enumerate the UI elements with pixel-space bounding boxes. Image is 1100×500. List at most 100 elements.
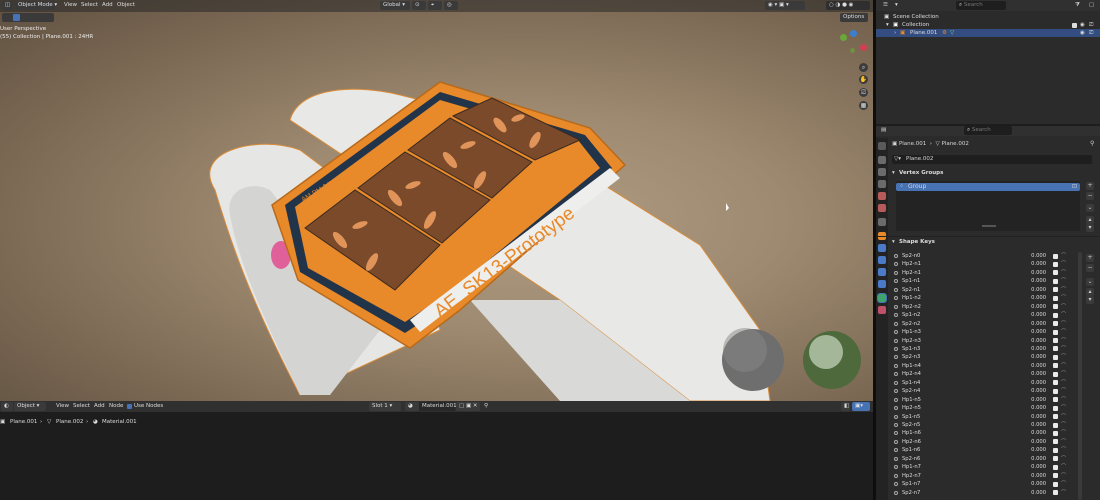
add-shape-key-button[interactable]: + [1086,254,1094,262]
shape-key-mute-checkbox[interactable] [1053,295,1058,301]
viewport-scene[interactable]: AE_SK13-Prototype M T W T F S S AM PM 24… [0,0,873,401]
vertex-group-row[interactable]: ⁘ Group ⊡ [896,183,1080,191]
lock-shape-icon[interactable]: ⌒ [1061,421,1066,429]
lock-shape-icon[interactable]: ⌒ [1061,311,1066,319]
overlay-toggle-icon[interactable]: ◧ [841,402,850,411]
chevron-down-icon[interactable]: ▾ [892,169,895,178]
shape-key-value-field[interactable]: 0.000 [1024,379,1046,387]
shape-key-mute-checkbox[interactable] [1053,338,1058,343]
gizmo-z-axis[interactable] [850,30,857,37]
chevron-down-icon[interactable]: ▾ [886,21,889,29]
view-layer-tab-icon[interactable] [878,180,886,188]
move-up-button[interactable]: ▴ [1086,216,1094,224]
outliner[interactable]: ☰ ▾ ⌕ Search ⧩ ▢ ▣ Scene Collection ▾ ▣ … [876,0,1100,124]
exclude-checkbox[interactable] [1072,22,1077,28]
chevron-right-icon[interactable]: › [894,29,896,37]
outliner-type-icon[interactable]: ☰ [880,1,889,10]
add-vertex-group-button[interactable]: + [1086,182,1094,190]
shape-key-value-field[interactable]: 0.000 [1024,463,1046,471]
shape-key-up-button[interactable]: ▴ [1086,288,1094,296]
shape-key-list[interactable]: Sp2-n0 0.000 ⌒ Hp2-n1 0.000 ⌒ Hp2-n1 0.000 ⌒ Sp1-… [876,252,1080,500]
shape-key-row[interactable]: Sp1-n7 0.000 ⌒ [894,480,1066,488]
outliner-search-input[interactable]: ⌕ Search [956,1,1006,10]
shape-key-mute-checkbox[interactable] [1053,321,1058,327]
gizmo-y-axis[interactable] [840,34,847,41]
shape-key-value-field[interactable]: 0.000 [1024,311,1046,319]
use-nodes-checkbox[interactable] [127,404,132,409]
lock-shape-icon[interactable]: ⌒ [1061,480,1066,488]
shape-key-row[interactable]: Hp1-n4 0.000 ⌒ [894,362,1066,370]
shape-key-value-field[interactable]: 0.000 [1024,438,1046,446]
shape-key-row[interactable]: Sp2-n2 0.000 ⌒ [894,320,1066,328]
shape-key-row[interactable]: Hp1-n6 0.000 ⌒ [894,429,1066,437]
lock-shape-icon[interactable]: ⌒ [1061,260,1066,268]
lock-shape-icon[interactable]: ⌒ [1061,446,1066,454]
lock-shape-icon[interactable]: ⌒ [1061,472,1066,480]
shape-key-value-field[interactable]: 0.000 [1024,286,1046,294]
camera-icon[interactable]: ⎚ [1089,29,1093,37]
material-name-field[interactable]: Material.001 [419,402,457,411]
shape-key-row[interactable]: Sp1-n6 0.000 ⌒ [894,446,1066,454]
shape-key-row[interactable]: Hp1-n5 0.000 ⌒ [894,396,1066,404]
lock-shape-icon[interactable]: ⌒ [1061,413,1066,421]
lock-icon[interactable]: ⊡ [1072,183,1077,191]
shape-key-row[interactable]: Sp1-n3 0.000 ⌒ [894,345,1066,353]
properties-type-icon[interactable]: ▤ [878,126,887,135]
shape-key-mute-checkbox[interactable] [1053,481,1058,487]
vertex-group-specials-button[interactable]: ⌄ [1086,204,1094,212]
camera-icon[interactable]: ⎚ [1089,21,1093,29]
selection-mode-buttons[interactable] [2,13,54,22]
lock-shape-icon[interactable]: ⌒ [1061,320,1066,328]
shape-key-value-field[interactable]: 0.000 [1024,413,1046,421]
shape-key-value-field[interactable]: 0.000 [1024,370,1046,378]
lock-shape-icon[interactable]: ⌒ [1061,362,1066,370]
gizmo-x-axis[interactable] [860,44,867,51]
shape-key-row[interactable]: Sp1-n2 0.000 ⌒ [894,311,1066,319]
shape-key-mute-checkbox[interactable] [1053,422,1058,428]
shape-key-value-field[interactable]: 0.000 [1024,260,1046,268]
lock-shape-icon[interactable]: ⌒ [1061,277,1066,285]
modifier-tab-icon[interactable] [878,244,886,252]
shape-key-mute-checkbox[interactable] [1053,346,1058,352]
menu-add[interactable]: Add [102,1,113,10]
slot-dropdown[interactable]: Slot 1 ▾ [369,402,401,411]
shape-key-value-field[interactable]: 0.000 [1024,303,1046,311]
shading-modes[interactable]: ○ ◑ ● ◉ [826,1,870,10]
shape-key-value-field[interactable]: 0.000 [1024,429,1046,437]
tool-tab-icon[interactable] [878,142,886,150]
shape-key-row[interactable]: Sp2-n0 0.000 ⌒ [894,252,1066,260]
shape-key-mute-checkbox[interactable] [1053,304,1058,310]
lock-shape-icon[interactable]: ⌒ [1061,269,1066,277]
backdrop-toggle-icon[interactable]: ▣▾ [852,402,870,411]
collection-tab-icon[interactable] [878,218,886,226]
material-browse-icon[interactable]: ◕ [405,402,419,411]
remove-vertex-group-button[interactable]: − [1086,192,1094,200]
mode-dropdown[interactable]: Object Mode ▾ [15,1,57,10]
shape-key-row[interactable]: Hp2-n4 0.000 ⌒ [894,370,1066,378]
shape-key-value-field[interactable]: 0.000 [1024,446,1046,454]
world-tab-icon[interactable] [878,204,886,212]
shape-key-mute-checkbox[interactable] [1053,414,1058,420]
shape-key-mute-checkbox[interactable] [1053,473,1058,479]
shape-key-mute-checkbox[interactable] [1053,380,1058,386]
lock-shape-icon[interactable]: ⌒ [1061,303,1066,311]
shape-key-value-field[interactable]: 0.000 [1024,489,1046,497]
outliner-row-scene-collection[interactable]: ▣ Scene Collection [876,13,1100,21]
pin-icon[interactable]: ⚲ [481,402,489,411]
shape-key-mute-checkbox[interactable] [1053,397,1058,403]
shape-key-mute-checkbox[interactable] [1053,287,1058,293]
shape-key-value-field[interactable]: 0.000 [1024,472,1046,480]
shape-key-mute-checkbox[interactable] [1053,312,1058,318]
lock-shape-icon[interactable]: ⌒ [1061,286,1066,294]
shape-key-value-field[interactable]: 0.000 [1024,277,1046,285]
shape-key-mute-checkbox[interactable] [1053,456,1058,462]
eye-icon[interactable]: ◉ [1080,29,1085,37]
lock-shape-icon[interactable]: ⌒ [1061,387,1066,395]
chevron-down-icon[interactable]: ▾ [892,238,895,247]
shape-key-row[interactable]: Sp1-n5 0.000 ⌒ [894,413,1066,421]
render-tab-icon[interactable] [878,156,886,164]
options-dropdown[interactable]: Options [840,13,868,22]
scene-tab-icon[interactable] [878,192,886,200]
properties-editor[interactable]: ▤ ⌕ Search ▣ Plane.001 › ▽ Plane.002 ⚲ ▽… [876,126,1100,500]
lock-shape-icon[interactable]: ⌒ [1061,252,1066,260]
